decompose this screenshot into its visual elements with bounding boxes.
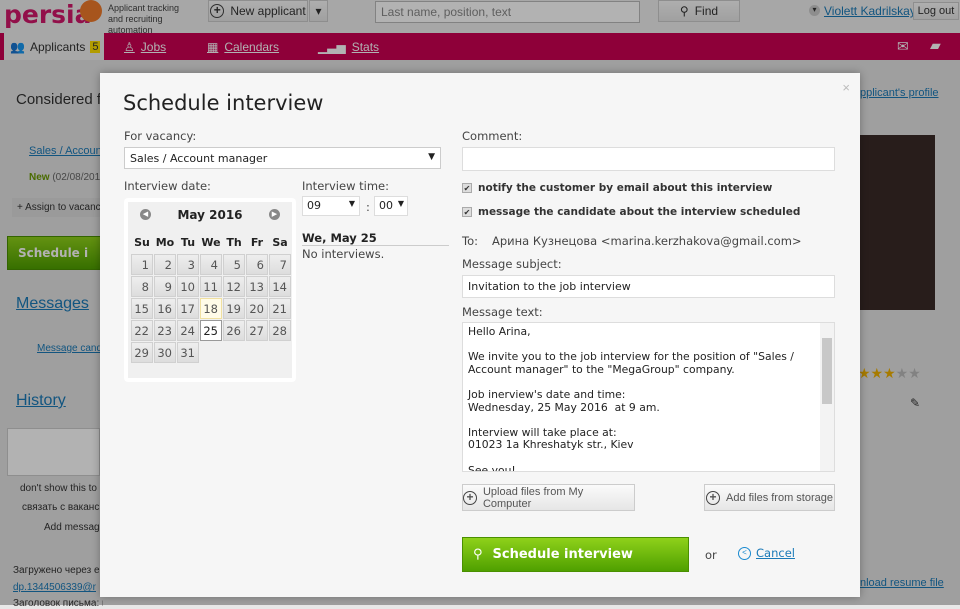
weekday-header: We bbox=[201, 235, 221, 249]
add-from-storage-button[interactable]: + Add files from storage bbox=[704, 484, 835, 511]
calendar-day[interactable]: 25 bbox=[200, 320, 222, 341]
weekday-header: Mo bbox=[155, 235, 175, 249]
calendar-day[interactable]: 4 bbox=[200, 254, 222, 275]
schedule-interview-button[interactable]: ⚲ Schedule interview bbox=[462, 537, 689, 572]
interview-chair-icon: ⚲ bbox=[473, 547, 483, 562]
vacancy-select[interactable]: Sales / Account manager ▼ bbox=[124, 147, 441, 169]
empty-cell bbox=[246, 342, 268, 363]
day-status: No interviews. bbox=[302, 247, 385, 261]
calendar-day[interactable]: 20 bbox=[246, 298, 268, 319]
calendar-day[interactable]: 31 bbox=[177, 342, 199, 363]
textarea-scrollbar[interactable] bbox=[820, 323, 834, 471]
next-month-icon[interactable]: ▶ bbox=[269, 209, 280, 220]
calendar-day[interactable]: 15 bbox=[131, 298, 153, 319]
calendar-day[interactable]: 11 bbox=[200, 276, 222, 297]
back-circle-icon: < bbox=[738, 546, 751, 560]
calendar-day[interactable]: 14 bbox=[269, 276, 291, 297]
calendar-day[interactable]: 18 bbox=[200, 298, 222, 319]
empty-cell bbox=[223, 342, 245, 363]
calendar-day[interactable]: 24 bbox=[177, 320, 199, 341]
notify-customer-checkbox[interactable]: ✔ notify the customer by email about this… bbox=[462, 182, 772, 194]
calendar-day[interactable]: 21 bbox=[269, 298, 291, 319]
day-heading: We, May 25 bbox=[302, 231, 449, 246]
weekday-header: Su bbox=[134, 235, 150, 249]
or-text: or bbox=[705, 548, 717, 562]
weekday-header: Tu bbox=[180, 235, 196, 249]
weekday-header: Sa bbox=[272, 235, 288, 249]
calendar-day[interactable]: 6 bbox=[246, 254, 268, 275]
calendar-day[interactable]: 30 bbox=[154, 342, 176, 363]
checkbox-checked-icon: ✔ bbox=[462, 207, 472, 217]
recipient: Арина Кузнецова <marina.kerzhakova@gmail… bbox=[492, 234, 802, 248]
calendar-day[interactable]: 19 bbox=[223, 298, 245, 319]
weekday-header: Fr bbox=[250, 235, 264, 249]
vacancy-label: For vacancy: bbox=[124, 129, 197, 143]
calendar-day[interactable]: 26 bbox=[223, 320, 245, 341]
calendar-grid: Su Mo Tu We Th Fr Sa 1 2 3 4 5 6 7 8 9 10 11 12 13 14 15 16 17 1… bbox=[130, 230, 292, 364]
calendar-day[interactable]: 23 bbox=[154, 320, 176, 341]
message-textarea[interactable]: Hello Arina, We invite you to the job in… bbox=[462, 322, 835, 472]
message-candidate-checkbox[interactable]: ✔ message the candidate about the intervi… bbox=[462, 206, 800, 218]
message-text-label: Message text: bbox=[462, 305, 543, 319]
subject-label: Message subject: bbox=[462, 257, 562, 271]
checkbox-checked-icon: ✔ bbox=[462, 183, 472, 193]
calendar-header: ◀ May 2016 ▶ bbox=[128, 208, 292, 230]
comment-label: Comment: bbox=[462, 129, 523, 143]
month-title: May 2016 bbox=[177, 208, 243, 222]
empty-cell bbox=[269, 342, 291, 363]
calendar-day[interactable]: 5 bbox=[223, 254, 245, 275]
calendar-day[interactable]: 27 bbox=[246, 320, 268, 341]
calendar-day[interactable]: 3 bbox=[177, 254, 199, 275]
date-picker: ◀ May 2016 ▶ Su Mo Tu We Th Fr Sa 1 2 3 4 5 6 7 8 9 10 11… bbox=[124, 198, 296, 382]
calendar-day[interactable]: 22 bbox=[131, 320, 153, 341]
calendar-day[interactable]: 12 bbox=[223, 276, 245, 297]
calendar-day[interactable]: 1 bbox=[131, 254, 153, 275]
calendar-day[interactable]: 29 bbox=[131, 342, 153, 363]
dialog-title: Schedule interview bbox=[123, 91, 324, 115]
calendar-day[interactable]: 2 bbox=[154, 254, 176, 275]
plus-circle-icon: + bbox=[706, 490, 720, 505]
plus-circle-icon: + bbox=[463, 490, 477, 505]
calendar-day[interactable]: 16 bbox=[154, 298, 176, 319]
calendar-day[interactable]: 8 bbox=[131, 276, 153, 297]
time-label: Interview time: bbox=[302, 179, 389, 193]
calendar-day[interactable]: 17 bbox=[177, 298, 199, 319]
close-icon[interactable]: × bbox=[842, 80, 850, 95]
upload-files-button[interactable]: + Upload files from My Computer bbox=[462, 484, 635, 511]
subject-input[interactable]: Invitation to the job interview bbox=[462, 275, 835, 298]
to-label: To: bbox=[462, 234, 478, 248]
hour-select[interactable]: 09 ▼ bbox=[302, 196, 360, 216]
calendar-day[interactable]: 28 bbox=[269, 320, 291, 341]
time-separator: : bbox=[366, 200, 370, 214]
calendar-day[interactable]: 10 bbox=[177, 276, 199, 297]
calendar-day[interactable]: 13 bbox=[246, 276, 268, 297]
weekday-header: Th bbox=[226, 235, 242, 249]
comment-input[interactable] bbox=[462, 147, 835, 171]
date-label: Interview date: bbox=[124, 179, 211, 193]
empty-cell bbox=[200, 342, 222, 363]
calendar-day[interactable]: 7 bbox=[269, 254, 291, 275]
schedule-interview-dialog: × Schedule interview For vacancy: Sales … bbox=[100, 73, 860, 597]
minute-select[interactable]: 00 ▼ bbox=[374, 196, 408, 216]
cancel-link[interactable]: < Cancel bbox=[738, 546, 795, 560]
dropdown-arrow-icon: ▼ bbox=[428, 152, 435, 162]
calendar-day[interactable]: 9 bbox=[154, 276, 176, 297]
